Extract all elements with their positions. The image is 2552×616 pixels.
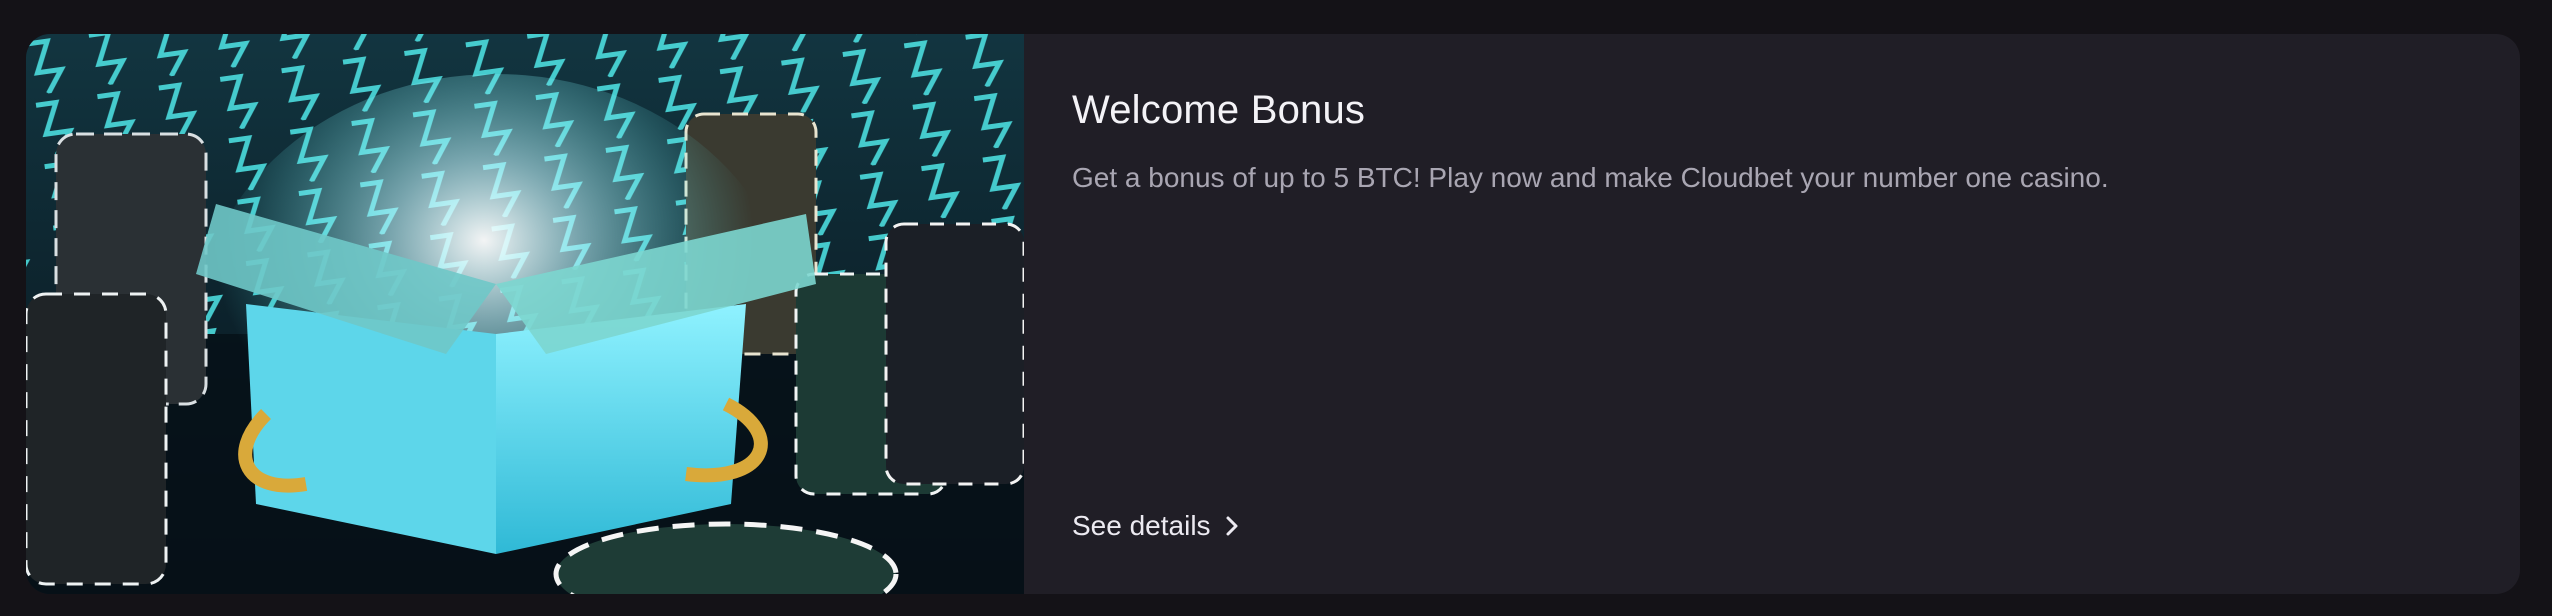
promo-content: Welcome Bonus Get a bonus of up to 5 BTC… [1072,34,2480,594]
promo-image [26,34,1024,594]
see-details-label: See details [1072,510,1211,541]
promo-title: Welcome Bonus [1072,88,1366,132]
chevron-right-icon [1226,516,1238,536]
promo-description: Get a bonus of up to 5 BTC! Play now and… [1072,162,2109,193]
see-details-link[interactable]: See details [1072,510,1239,542]
gift-box-illustration [26,34,1024,594]
promo-card[interactable]: Welcome Bonus Get a bonus of up to 5 BTC… [26,34,2520,594]
